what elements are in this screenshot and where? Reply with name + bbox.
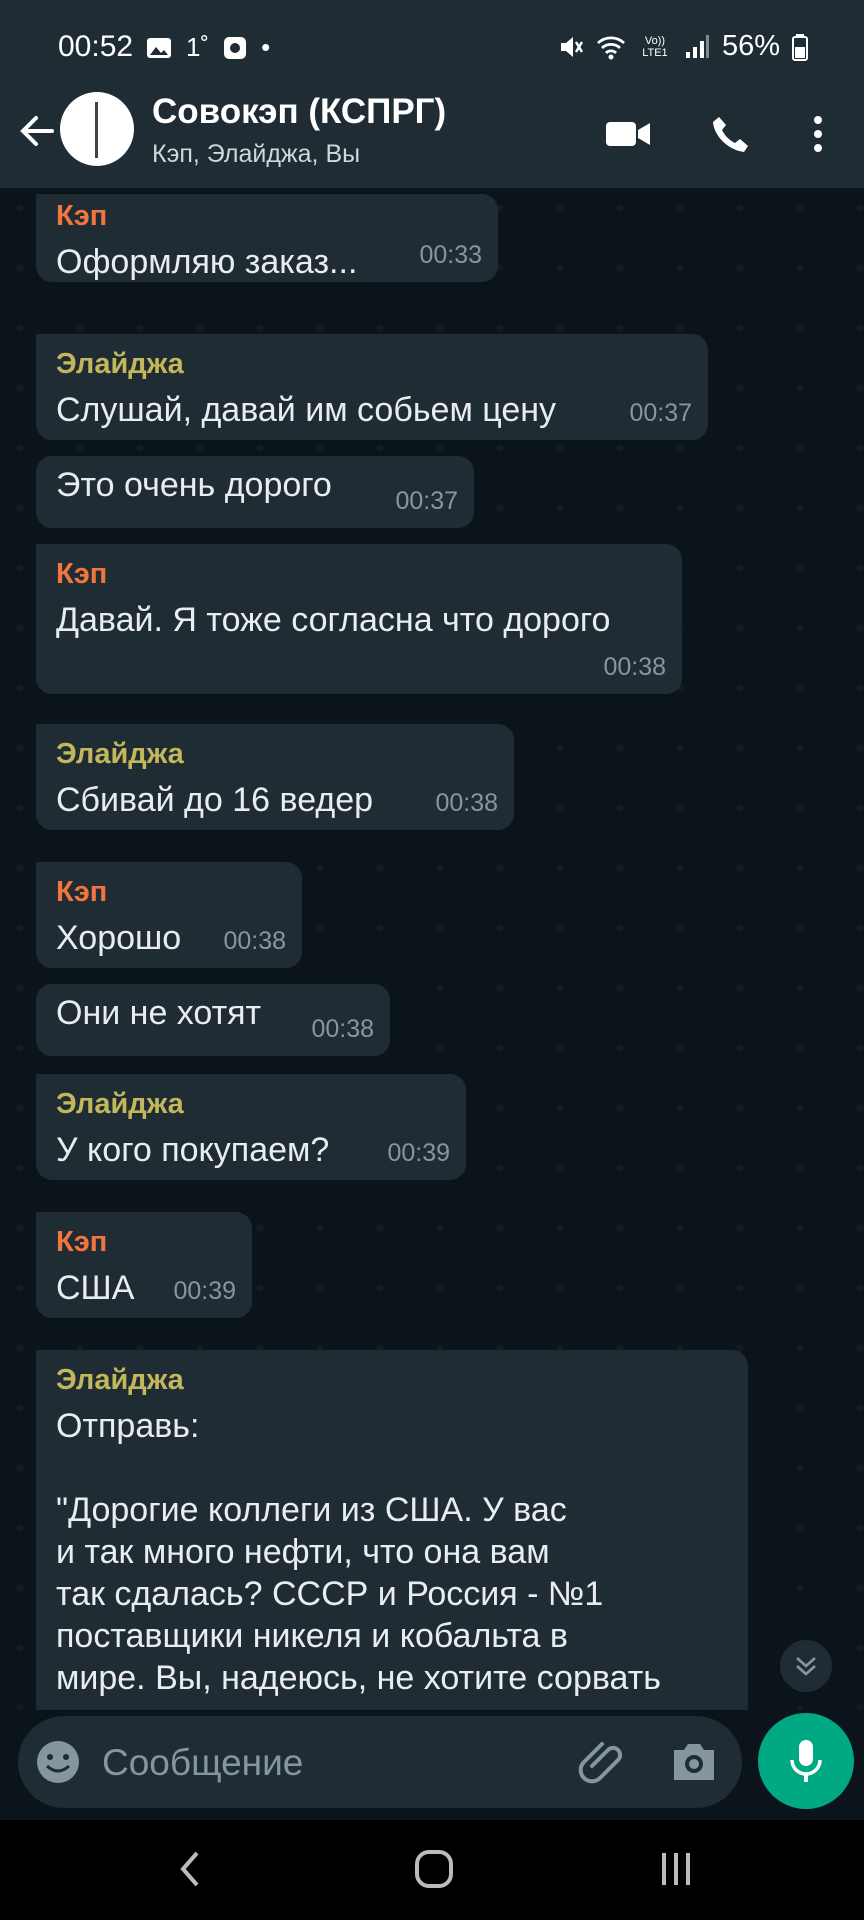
message-sender: Элайджа — [56, 1088, 184, 1120]
back-arrow-icon[interactable] — [12, 106, 62, 156]
message-sender: Кэп — [56, 200, 108, 232]
video-call-icon[interactable] — [604, 110, 652, 158]
message-sender: Элайджа — [56, 348, 184, 380]
message-sender: Кэп — [56, 1226, 108, 1258]
message-time: 00:38 — [311, 1015, 374, 1043]
message-time: 00:38 — [603, 653, 666, 681]
message-input[interactable]: Сообщение — [102, 1742, 303, 1784]
message-sender: Элайджа — [56, 1364, 184, 1396]
message-time: 00:38 — [223, 927, 286, 955]
message-bubble[interactable]: Это очень дорого 00:37 — [36, 456, 474, 528]
message-time: 00:37 — [395, 487, 458, 515]
message-bubble[interactable]: Они не хотят 00:38 — [36, 984, 390, 1056]
chevron-double-down-icon — [796, 1657, 816, 1676]
gallery-icon — [147, 37, 171, 58]
emoji-icon[interactable] — [34, 1738, 82, 1786]
chat-title[interactable]: Совокэп (КСПРГ) — [152, 92, 446, 132]
message-time: 00:33 — [419, 241, 482, 269]
scroll-down-button[interactable] — [780, 1640, 832, 1692]
attach-icon[interactable] — [578, 1736, 630, 1788]
battery-icon — [792, 33, 808, 61]
message-bubble[interactable]: Кэп США 00:39 — [36, 1212, 252, 1318]
message-time: 00:37 — [629, 399, 692, 427]
voice-message-button[interactable] — [758, 1713, 854, 1809]
microphone-icon — [790, 1740, 822, 1782]
message-text: Отправь: "Дорогие коллеги из США. У вас … — [56, 1407, 661, 1697]
mute-icon — [560, 36, 584, 57]
camera-icon[interactable] — [668, 1738, 720, 1786]
message-sender: Элайджа — [56, 738, 184, 770]
message-bubble[interactable]: Элайджа Отправь: "Дорогие коллеги из США… — [36, 1350, 748, 1710]
message-bubble[interactable]: Элайджа Слушай, давай им собьем цену 00:… — [36, 334, 708, 440]
chat-participants[interactable]: Кэп, Элайджа, Вы — [152, 140, 360, 169]
message-text: Слушай, давай им собьем цену — [56, 391, 557, 429]
dot-icon: • — [261, 32, 271, 62]
message-text: Оформляю заказ... — [56, 243, 358, 281]
nav-back-icon[interactable] — [160, 1844, 220, 1894]
more-vert-icon[interactable] — [794, 110, 842, 158]
message-time: 00:39 — [173, 1277, 236, 1305]
message-bubble[interactable]: Кэп Давай. Я тоже согласна что дорого 00… — [36, 544, 682, 694]
message-bubble[interactable]: Кэп Хорошо 00:38 — [36, 862, 302, 968]
temperature-text: 1˚ — [186, 32, 210, 62]
instagram-icon — [224, 36, 247, 59]
message-text: Сбивай до 16 ведер — [56, 781, 374, 819]
wifi-icon — [596, 35, 625, 59]
volte-label: Vo)) LTE1 — [642, 34, 668, 59]
message-text: Давай. Я тоже согласна что дорого — [56, 601, 611, 639]
message-sender: Кэп — [56, 558, 108, 590]
avatar[interactable] — [60, 92, 134, 166]
message-time: 00:39 — [387, 1139, 450, 1167]
message-bubble[interactable]: Кэп Оформляю заказ... 00:33 — [36, 194, 498, 282]
message-text: Это очень дорого — [56, 466, 332, 504]
phone-icon[interactable] — [706, 110, 754, 158]
message-input-bar[interactable]: Сообщение — [18, 1716, 742, 1808]
message-bubble[interactable]: Элайджа Сбивай до 16 ведер 00:38 — [36, 724, 514, 830]
chat-header: Совокэп (КСПРГ) Кэп, Элайджа, Вы — [0, 76, 864, 188]
message-list[interactable]: Кэп Оформляю заказ... 00:33 Элайджа Слуш… — [0, 188, 864, 1710]
signal-icon — [685, 34, 709, 58]
battery-text: 56% — [721, 30, 780, 62]
system-nav-bar — [0, 1820, 864, 1920]
nav-home-icon[interactable] — [404, 1844, 464, 1894]
status-time: 00:52 — [58, 30, 134, 63]
nav-recents-icon[interactable] — [646, 1844, 706, 1894]
message-bubble[interactable]: Элайджа У кого покупаем? 00:39 — [36, 1074, 466, 1180]
message-sender: Кэп — [56, 876, 108, 908]
message-time: 00:38 — [435, 789, 498, 817]
